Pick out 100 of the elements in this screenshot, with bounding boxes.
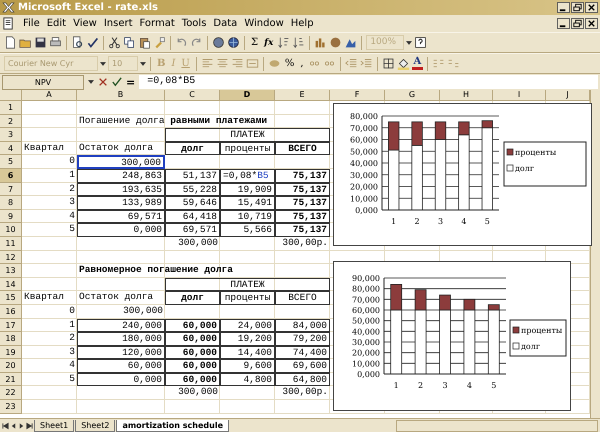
row-header[interactable]: 18	[0, 332, 22, 346]
close-icon[interactable]	[585, 18, 598, 29]
function-button[interactable]: fx	[262, 38, 276, 48]
legend-swatch	[506, 148, 514, 156]
row-header[interactable]: 22	[0, 386, 22, 400]
menu-item[interactable]: Format	[136, 18, 178, 29]
print-preview-icon[interactable]	[71, 36, 84, 49]
row-header[interactable]: 5	[0, 155, 22, 169]
column-header[interactable]: I	[493, 90, 546, 101]
last-sheet-icon[interactable]	[26, 422, 33, 430]
column-header[interactable]: D	[220, 90, 275, 101]
menu-item[interactable]: Tools	[178, 18, 210, 29]
column-header[interactable]: G	[385, 90, 440, 101]
menu-item[interactable]: File	[20, 18, 43, 29]
printer-icon[interactable]	[49, 36, 62, 49]
next-sheet-icon[interactable]	[18, 422, 25, 430]
menu-item[interactable]: View	[70, 18, 100, 29]
table-cell: 19,200	[220, 332, 275, 346]
row-header[interactable]: 16	[0, 304, 22, 318]
axis-label: 1	[394, 381, 399, 390]
spellcheck-icon[interactable]	[86, 36, 99, 49]
close-icon[interactable]	[585, 2, 598, 13]
row-header[interactable]: 4	[0, 142, 22, 156]
row-header[interactable]: 17	[0, 318, 22, 332]
undo-icon[interactable]	[175, 36, 188, 49]
row-header[interactable]: 10	[0, 223, 22, 237]
sheet-tab[interactable]: amortization schedule	[116, 420, 229, 432]
redo-icon[interactable]	[190, 36, 203, 49]
comma-button[interactable]: ,	[298, 58, 306, 69]
row-header[interactable]: 2	[0, 114, 22, 128]
table-cell: 84,000	[275, 318, 330, 332]
help-icon[interactable]	[414, 36, 428, 49]
fill-bucket-icon[interactable]	[396, 57, 410, 70]
sheet-tab[interactable]: Sheet1	[34, 420, 74, 432]
minimize-icon[interactable]	[557, 18, 570, 29]
column-header[interactable]: H	[440, 90, 493, 101]
row-header[interactable]: 1	[0, 101, 22, 115]
new-file-icon[interactable]	[4, 36, 17, 49]
column-header[interactable]: J	[546, 90, 590, 101]
caret-icon[interactable]	[88, 80, 94, 84]
sort-ascending-icon[interactable]	[277, 36, 290, 49]
column-header[interactable]: F	[330, 90, 385, 101]
sheet-tab[interactable]: Sheet2	[75, 420, 116, 432]
row-header[interactable]: 3	[0, 128, 22, 142]
restore-icon[interactable]	[571, 2, 584, 13]
document-icon[interactable]	[2, 17, 15, 30]
name-box[interactable]: NPV	[2, 74, 84, 90]
column-header[interactable]: C	[165, 90, 220, 101]
caret-icon[interactable]	[406, 40, 412, 44]
row-header[interactable]: 13	[0, 264, 22, 278]
table-cell: 4,800	[220, 372, 275, 386]
sort-descending-icon[interactable]	[292, 36, 306, 49]
menu-item[interactable]: Window	[241, 18, 287, 29]
chart-area[interactable]: 0,000 10,000 20,000 30,000 40,000 50,000 60,000 70,000 80,000 1 2 3 4 5 проценты долг	[333, 103, 592, 246]
menu-item[interactable]: Insert	[100, 18, 136, 29]
restore-icon[interactable]	[571, 18, 584, 29]
scissors-icon[interactable]	[108, 36, 121, 49]
row-header[interactable]: 7	[0, 182, 22, 196]
borders-icon[interactable]	[382, 57, 395, 70]
percent-button[interactable]: %	[282, 58, 296, 69]
axis-label: 2	[418, 381, 424, 390]
row-header[interactable]: 15	[0, 291, 22, 305]
chart-wizard-icon[interactable]	[314, 36, 328, 49]
menu-item[interactable]: Edit	[44, 18, 70, 29]
formula-field[interactable]: =0,08*B5	[139, 75, 598, 89]
checkmark-icon[interactable]	[112, 77, 122, 87]
row-header[interactable]: 20	[0, 359, 22, 373]
column-header[interactable]: E	[275, 90, 330, 101]
cancel-icon[interactable]	[98, 77, 108, 87]
clipboard-icon[interactable]	[138, 36, 151, 49]
row-header[interactable]: 12	[0, 250, 22, 264]
table-cell: 55,228	[165, 182, 220, 196]
caret-icon[interactable]	[140, 62, 146, 66]
table-cell: 5,566	[220, 223, 275, 237]
row-header[interactable]: 23	[0, 400, 22, 414]
row-header[interactable]: 11	[0, 236, 22, 251]
font-color-button[interactable]: A	[412, 57, 424, 70]
previous-sheet-icon[interactable]	[10, 422, 17, 430]
minimize-icon[interactable]	[557, 2, 570, 13]
brush-icon[interactable]	[153, 36, 166, 49]
column-header[interactable]: A	[22, 90, 77, 101]
row-header[interactable]: 6	[0, 168, 22, 183]
edit-formula-button[interactable]: =	[126, 76, 136, 88]
row-header[interactable]: 14	[0, 278, 22, 292]
autosum-button[interactable]: Σ	[249, 37, 260, 48]
row-header[interactable]: 19	[0, 346, 22, 360]
column-header[interactable]: B	[77, 90, 165, 101]
cell-editor[interactable]: =0,08*B5	[220, 168, 275, 183]
horizontal-scrollbar[interactable]	[396, 420, 598, 432]
menu-item[interactable]: Help	[288, 18, 317, 29]
row-header[interactable]: 21	[0, 372, 22, 386]
row-header[interactable]: 8	[0, 196, 22, 210]
menu-item[interactable]: Data	[210, 18, 240, 29]
save-icon[interactable]	[34, 36, 47, 49]
chart-area[interactable]: 0,000 10,000 20,000 30,000 40,000 50,000 60,000 70,000 80,000 90,000 1 2 3 4 5 проценты долг	[333, 261, 571, 411]
caret-icon[interactable]	[100, 62, 106, 66]
first-sheet-icon[interactable]	[2, 422, 9, 430]
copy-icon[interactable]	[123, 36, 136, 49]
row-header[interactable]: 9	[0, 210, 22, 224]
axis-label: 70,000	[352, 295, 380, 304]
